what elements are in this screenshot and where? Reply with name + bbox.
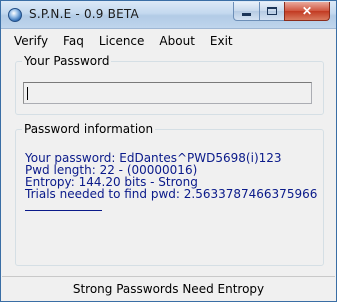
app-window: S.P.N.E - 0.9 BETA ✕ Verify Faq Licence … (0, 0, 337, 302)
window-title: S.P.N.E - 0.9 BETA (29, 7, 139, 21)
close-icon: ✕ (301, 4, 313, 18)
menu-item-verify[interactable]: Verify (7, 34, 56, 48)
password-group-title: Your Password (22, 54, 112, 68)
maximize-icon (267, 7, 277, 15)
password-info-group: Password information Your password: EdDa… (15, 122, 324, 266)
status-bar: Strong Passwords Need Entropy (2, 276, 335, 300)
info-divider (25, 210, 102, 211)
minimize-icon (242, 12, 251, 16)
menu-item-exit[interactable]: Exit (203, 34, 241, 48)
status-text: Strong Passwords Need Entropy (72, 281, 265, 296)
text-caret (27, 87, 28, 100)
app-icon[interactable] (8, 8, 22, 22)
password-group: Your Password (15, 54, 324, 115)
maximize-button[interactable] (259, 2, 285, 21)
password-info-box[interactable]: Your password: EdDantes^PWD5698(i)123 Pw… (21, 142, 318, 262)
info-trials: Trials needed to find pwd: 2.56337874663… (25, 187, 318, 201)
password-info-title: Password information (22, 122, 156, 136)
menu-item-licence[interactable]: Licence (92, 34, 153, 48)
main-content: Your Password Password information Your … (6, 52, 331, 270)
password-input[interactable] (23, 82, 312, 104)
menu-item-faq[interactable]: Faq (56, 34, 92, 48)
menu-item-about[interactable]: About (152, 34, 202, 48)
menu-bar: Verify Faq Licence About Exit (2, 30, 335, 52)
close-button[interactable]: ✕ (284, 2, 330, 21)
minimize-button[interactable] (233, 2, 260, 21)
title-bar[interactable]: S.P.N.E - 0.9 BETA ✕ (1, 1, 336, 29)
